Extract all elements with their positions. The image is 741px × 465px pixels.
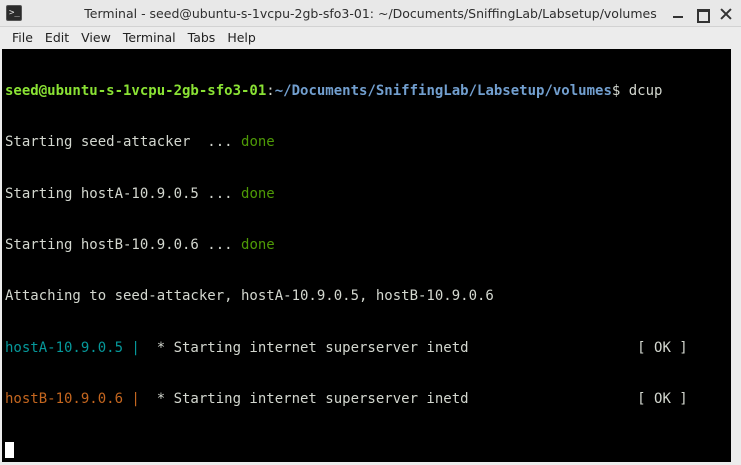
start-line: Starting hostA-10.9.0.5 ... done xyxy=(5,186,728,203)
prompt-symbol: $ xyxy=(611,83,629,100)
log-message: * Starting internet superserver inetd [ … xyxy=(139,339,688,356)
prompt-separator: : xyxy=(266,83,275,100)
cursor-line xyxy=(5,442,728,459)
start-line-text: Starting seed-attacker ... xyxy=(5,134,242,151)
log-prefix-hostB: hostB-10.9.0.6 | xyxy=(5,390,140,407)
scrollbar[interactable] xyxy=(731,49,741,462)
title-bar[interactable]: >_ Terminal - seed@ubuntu-s-1vcpu-2gb-sf… xyxy=(0,0,741,27)
prompt-user: seed@ubuntu-s-1vcpu-2gb-sfo3-01 xyxy=(5,83,267,100)
log-prefix-hostA: hostA-10.9.0.5 | xyxy=(5,339,140,356)
maximize-icon[interactable] xyxy=(695,7,710,23)
log-line: hostA-10.9.0.5 | * Starting internet sup… xyxy=(5,340,728,357)
menu-file[interactable]: File xyxy=(6,27,39,49)
prompt-path: ~/Documents/SniffingLab/Labsetup/volumes xyxy=(274,83,612,100)
terminal-window: >_ Terminal - seed@ubuntu-s-1vcpu-2gb-sf… xyxy=(0,0,741,465)
menu-edit[interactable]: Edit xyxy=(39,27,75,49)
status-done: done xyxy=(241,237,275,254)
menu-terminal[interactable]: Terminal xyxy=(117,27,182,49)
start-line: Starting hostB-10.9.0.6 ... done xyxy=(5,237,728,254)
start-line: Starting seed-attacker ... done xyxy=(5,134,728,151)
window-controls xyxy=(671,0,733,27)
text-cursor xyxy=(5,442,14,459)
menu-help[interactable]: Help xyxy=(221,27,262,49)
menu-view[interactable]: View xyxy=(75,27,117,49)
menu-bar: File Edit View Terminal Tabs Help xyxy=(0,27,741,49)
status-done: done xyxy=(241,134,275,151)
command-text: dcup xyxy=(628,83,663,100)
menu-tabs[interactable]: Tabs xyxy=(182,27,222,49)
minimize-icon[interactable] xyxy=(671,7,685,21)
terminal-output[interactable]: seed@ubuntu-s-1vcpu-2gb-sfo3-01:~/Docume… xyxy=(2,49,731,462)
log-line: hostB-10.9.0.6 | * Starting internet sup… xyxy=(5,391,728,408)
start-line-text: Starting hostA-10.9.0.5 ... xyxy=(5,185,242,202)
start-line-text: Starting hostB-10.9.0.6 ... xyxy=(5,237,242,254)
attaching-line: Attaching to seed-attacker, hostA-10.9.0… xyxy=(5,288,494,305)
status-done: done xyxy=(241,185,275,202)
prompt-line: seed@ubuntu-s-1vcpu-2gb-sfo3-01:~/Docume… xyxy=(5,83,728,100)
log-message: * Starting internet superserver inetd [ … xyxy=(139,390,688,407)
window-title: Terminal - seed@ubuntu-s-1vcpu-2gb-sfo3-… xyxy=(84,6,657,21)
close-icon[interactable] xyxy=(719,7,733,21)
